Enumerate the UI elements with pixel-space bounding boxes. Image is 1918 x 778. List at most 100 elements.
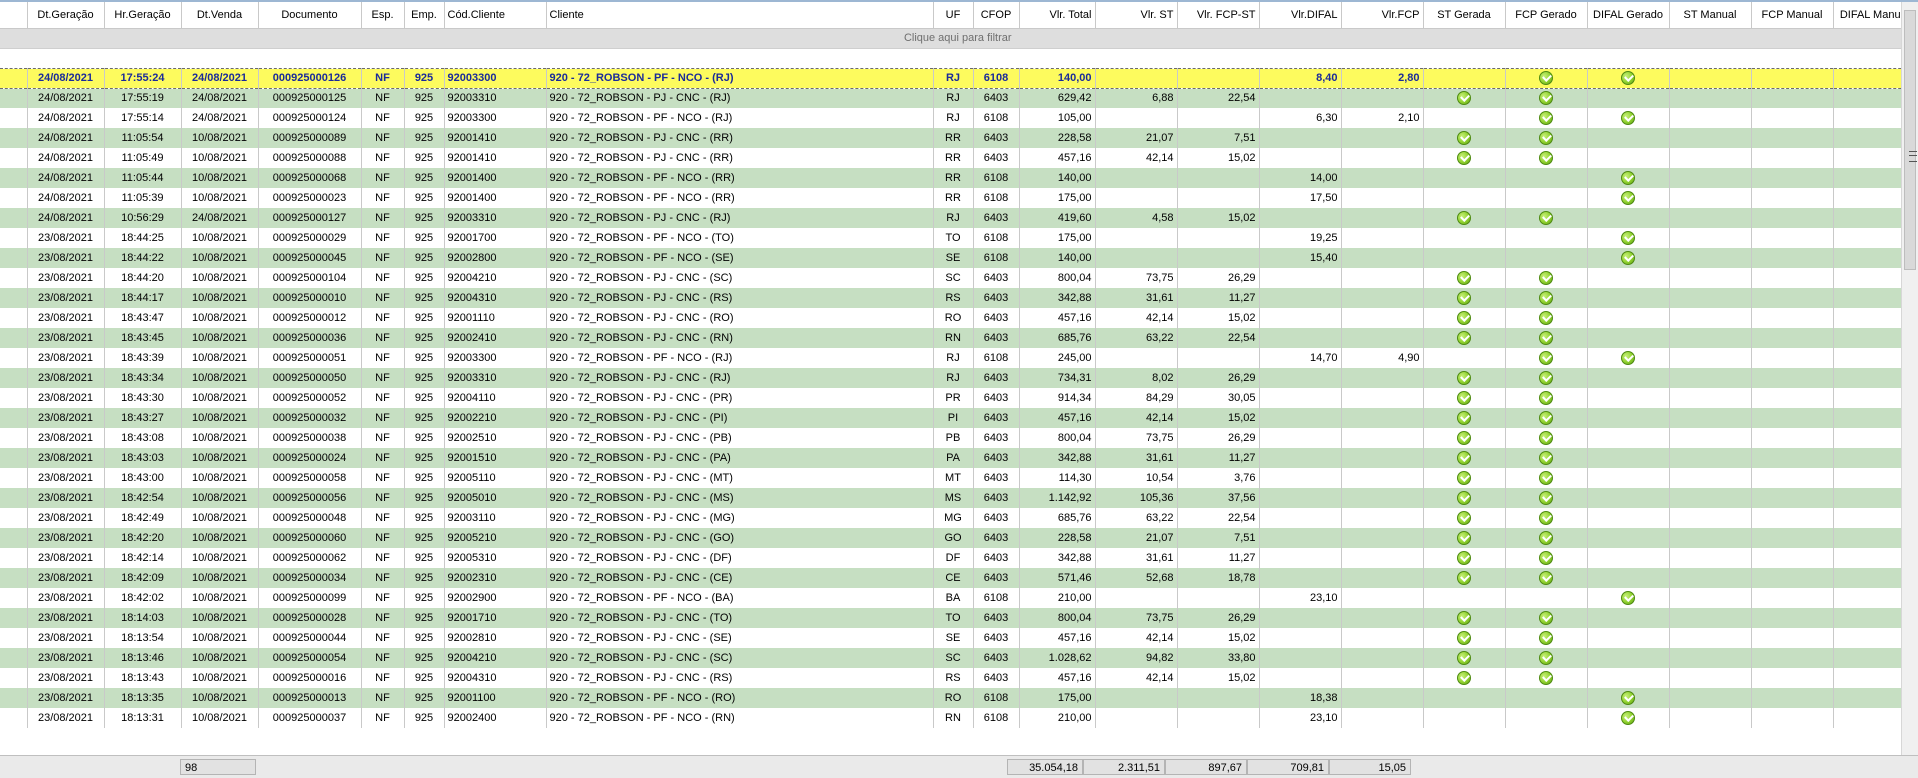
cell-cfop[interactable]: 6403 (973, 448, 1020, 468)
cell-vlr-st[interactable] (1095, 248, 1178, 268)
column-header-emp[interactable]: Emp. (404, 2, 445, 29)
cell-esp[interactable]: NF (361, 468, 405, 488)
cell-uf[interactable]: PR (933, 388, 974, 408)
cell-difal-gerado[interactable] (1587, 588, 1670, 608)
cell-st-gerada[interactable] (1423, 67, 1506, 89)
cell-documento[interactable]: 000925000104 (258, 268, 362, 288)
cell-cfop[interactable]: 6403 (973, 88, 1020, 108)
cell-difal-manual[interactable] (1833, 348, 1901, 368)
cell-uf[interactable]: RJ (933, 67, 974, 89)
cell-vlr-fcp[interactable] (1341, 388, 1424, 408)
cell-cod-cliente[interactable]: 92002510 (444, 428, 547, 448)
table-row[interactable]: 23/08/2021 18:42:14 10/08/2021 000925000062… (0, 548, 1901, 568)
cell-st-manual[interactable] (1669, 688, 1752, 708)
cell-vlr-total[interactable]: 175,00 (1019, 228, 1096, 248)
cell-fcp-gerado[interactable] (1505, 128, 1588, 148)
cell-fcp-gerado[interactable] (1505, 348, 1588, 368)
cell-st-gerada[interactable] (1423, 408, 1506, 428)
cell-hr-geracao[interactable]: 18:43:47 (104, 308, 182, 328)
row-indicator[interactable] (0, 248, 28, 268)
cell-emp[interactable]: 925 (404, 268, 445, 288)
cell-st-gerada[interactable] (1423, 688, 1506, 708)
cell-dt-geracao[interactable]: 23/08/2021 (27, 348, 105, 368)
cell-st-gerada[interactable] (1423, 508, 1506, 528)
cell-uf[interactable]: RJ (933, 348, 974, 368)
cell-dt-venda[interactable]: 10/08/2021 (181, 708, 259, 728)
cell-fcp-gerado[interactable] (1505, 508, 1588, 528)
cell-hr-geracao[interactable]: 17:55:24 (104, 67, 182, 89)
cell-esp[interactable]: NF (361, 428, 405, 448)
cell-vlr-difal[interactable]: 17,50 (1259, 188, 1342, 208)
cell-st-gerada[interactable] (1423, 108, 1506, 128)
cell-st-gerada[interactable] (1423, 148, 1506, 168)
cell-esp[interactable]: NF (361, 108, 405, 128)
table-row[interactable]: 23/08/2021 18:43:45 10/08/2021 000925000036… (0, 328, 1901, 348)
cell-emp[interactable]: 925 (404, 628, 445, 648)
cell-uf[interactable]: RR (933, 168, 974, 188)
cell-emp[interactable]: 925 (404, 708, 445, 728)
cell-dt-geracao[interactable]: 23/08/2021 (27, 688, 105, 708)
table-row[interactable]: 23/08/2021 18:44:22 10/08/2021 000925000045… (0, 248, 1901, 268)
cell-fcp-manual[interactable] (1751, 188, 1834, 208)
cell-vlr-total[interactable]: 228,58 (1019, 128, 1096, 148)
cell-difal-manual[interactable] (1833, 248, 1901, 268)
cell-emp[interactable]: 925 (404, 88, 445, 108)
cell-dt-venda[interactable]: 10/08/2021 (181, 588, 259, 608)
cell-st-manual[interactable] (1669, 548, 1752, 568)
cell-vlr-st[interactable]: 10,54 (1095, 468, 1178, 488)
cell-uf[interactable]: MT (933, 468, 974, 488)
cell-dt-geracao[interactable]: 23/08/2021 (27, 528, 105, 548)
cell-vlr-difal[interactable] (1259, 568, 1342, 588)
cell-documento[interactable]: 000925000124 (258, 108, 362, 128)
cell-cod-cliente[interactable]: 92002800 (444, 248, 547, 268)
cell-dt-geracao[interactable]: 23/08/2021 (27, 668, 105, 688)
row-indicator[interactable] (0, 468, 28, 488)
cell-st-manual[interactable] (1669, 168, 1752, 188)
cell-hr-geracao[interactable]: 18:13:46 (104, 648, 182, 668)
cell-cfop[interactable]: 6403 (973, 548, 1020, 568)
table-row[interactable]: 23/08/2021 18:13:43 10/08/2021 000925000016… (0, 668, 1901, 688)
cell-cod-cliente[interactable]: 92001410 (444, 148, 547, 168)
cell-vlr-fcp[interactable] (1341, 188, 1424, 208)
cell-difal-gerado[interactable] (1587, 508, 1670, 528)
cell-fcp-gerado[interactable] (1505, 668, 1588, 688)
cell-fcp-manual[interactable] (1751, 708, 1834, 728)
cell-emp[interactable]: 925 (404, 208, 445, 228)
cell-st-manual[interactable] (1669, 88, 1752, 108)
cell-difal-manual[interactable] (1833, 468, 1901, 488)
cell-vlr-fcp[interactable] (1341, 448, 1424, 468)
cell-vlr-difal[interactable]: 18,38 (1259, 688, 1342, 708)
cell-st-gerada[interactable] (1423, 228, 1506, 248)
cell-cod-cliente[interactable]: 92003310 (444, 208, 547, 228)
cell-dt-geracao[interactable]: 23/08/2021 (27, 428, 105, 448)
cell-esp[interactable]: NF (361, 88, 405, 108)
cell-dt-venda[interactable]: 10/08/2021 (181, 348, 259, 368)
cell-dt-venda[interactable]: 10/08/2021 (181, 228, 259, 248)
cell-vlr-st[interactable]: 94,82 (1095, 648, 1178, 668)
cell-vlr-fcp[interactable] (1341, 228, 1424, 248)
cell-hr-geracao[interactable]: 18:42:49 (104, 508, 182, 528)
cell-documento[interactable]: 000925000088 (258, 148, 362, 168)
cell-emp[interactable]: 925 (404, 588, 445, 608)
cell-cod-cliente[interactable]: 92005310 (444, 548, 547, 568)
cell-cliente[interactable]: 920 - 72_ROBSON - PJ - CNC - (SC) (546, 648, 934, 668)
cell-cod-cliente[interactable]: 92003110 (444, 508, 547, 528)
cell-documento[interactable]: 000925000024 (258, 448, 362, 468)
cell-fcp-gerado[interactable] (1505, 688, 1588, 708)
cell-fcp-gerado[interactable] (1505, 67, 1588, 89)
cell-vlr-fcp-st[interactable] (1177, 168, 1260, 188)
column-header-cfop[interactable]: CFOP (973, 2, 1020, 29)
cell-documento[interactable]: 000925000045 (258, 248, 362, 268)
cell-st-gerada[interactable] (1423, 648, 1506, 668)
cell-difal-manual[interactable] (1833, 228, 1901, 248)
cell-vlr-st[interactable]: 105,36 (1095, 488, 1178, 508)
cell-documento[interactable]: 000925000037 (258, 708, 362, 728)
cell-esp[interactable]: NF (361, 288, 405, 308)
cell-dt-venda[interactable]: 24/08/2021 (181, 108, 259, 128)
cell-esp[interactable]: NF (361, 328, 405, 348)
cell-st-manual[interactable] (1669, 328, 1752, 348)
cell-fcp-manual[interactable] (1751, 408, 1834, 428)
cell-cliente[interactable]: 920 - 72_ROBSON - PJ - CNC - (MS) (546, 488, 934, 508)
cell-st-gerada[interactable] (1423, 88, 1506, 108)
cell-vlr-fcp-st[interactable]: 15,02 (1177, 208, 1260, 228)
